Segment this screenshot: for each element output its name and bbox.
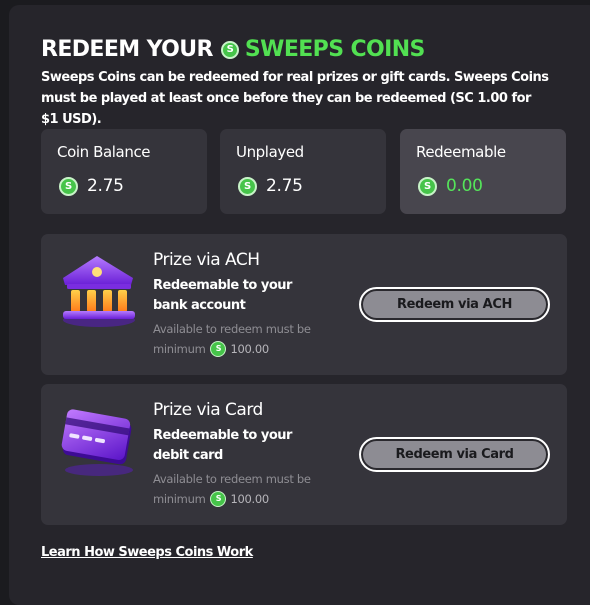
page-title: REDEEM YOUR S SWEEPS COINS xyxy=(41,36,425,64)
redeem-card-button[interactable]: Redeem via Card xyxy=(359,437,550,472)
card-icon xyxy=(55,398,139,482)
stat-redeemable: Redeemable S 0.00 xyxy=(400,129,566,214)
prize-card-card: Prize via Card Redeemable to your debit … xyxy=(41,384,567,525)
prize-note-text: Available to redeem must be xyxy=(153,472,311,486)
minimum-value: 100.00 xyxy=(230,342,269,356)
description: Sweeps Coins can be redeemed for real pr… xyxy=(41,70,549,127)
prize-subtitle: Redeemable to your debit card xyxy=(153,428,292,463)
prize-minimum: minimum S 100.00 xyxy=(153,339,343,359)
stat-label: Unplayed xyxy=(236,143,304,161)
prize-title: Prize via Card xyxy=(153,400,263,420)
stat-value-row: S 0.00 xyxy=(418,176,483,196)
sweeps-coin-icon: S xyxy=(238,176,257,196)
stat-unplayed: Unplayed S 2.75 xyxy=(220,129,386,214)
redeem-ach-button[interactable]: Redeem via ACH xyxy=(359,287,550,322)
stat-value-row: S 2.75 xyxy=(238,176,303,196)
prize-ach-card: Prize via ACH Redeemable to your bank ac… xyxy=(41,234,567,375)
stat-value: 0.00 xyxy=(446,176,483,196)
sweeps-coin-icon: S xyxy=(210,341,227,357)
learn-how-link[interactable]: Learn How Sweeps Coins Work xyxy=(41,545,253,560)
minimum-value: 100.00 xyxy=(230,492,269,506)
title-part-1: REDEEM YOUR xyxy=(41,37,214,62)
minimum-label: minimum xyxy=(153,342,206,356)
minimum-label: minimum xyxy=(153,492,206,506)
bank-icon xyxy=(55,248,139,332)
stat-label: Coin Balance xyxy=(57,143,151,161)
prize-note-text: Available to redeem must be xyxy=(153,322,311,336)
coin-symbol: S xyxy=(220,41,239,59)
stat-value: 2.75 xyxy=(266,176,303,196)
prize-title: Prize via ACH xyxy=(153,250,260,270)
stat-label: Redeemable xyxy=(416,143,506,161)
prize-minimum: minimum S 100.00 xyxy=(153,489,343,509)
prize-note: Available to redeem must be minimum S 10… xyxy=(153,469,343,509)
sweeps-coin-icon: S xyxy=(220,41,239,59)
sweeps-coin-icon: S xyxy=(210,491,227,507)
stat-value-row: S 2.75 xyxy=(59,176,124,196)
stat-value: 2.75 xyxy=(87,176,124,196)
prize-note: Available to redeem must be minimum S 10… xyxy=(153,319,343,359)
prize-subtitle: Redeemable to your bank account xyxy=(153,278,292,313)
stat-coin-balance: Coin Balance S 2.75 xyxy=(41,129,207,214)
title-part-2: SWEEPS COINS xyxy=(244,37,425,62)
sweeps-coin-icon: S xyxy=(59,176,78,196)
sweeps-coin-icon: S xyxy=(418,176,437,196)
